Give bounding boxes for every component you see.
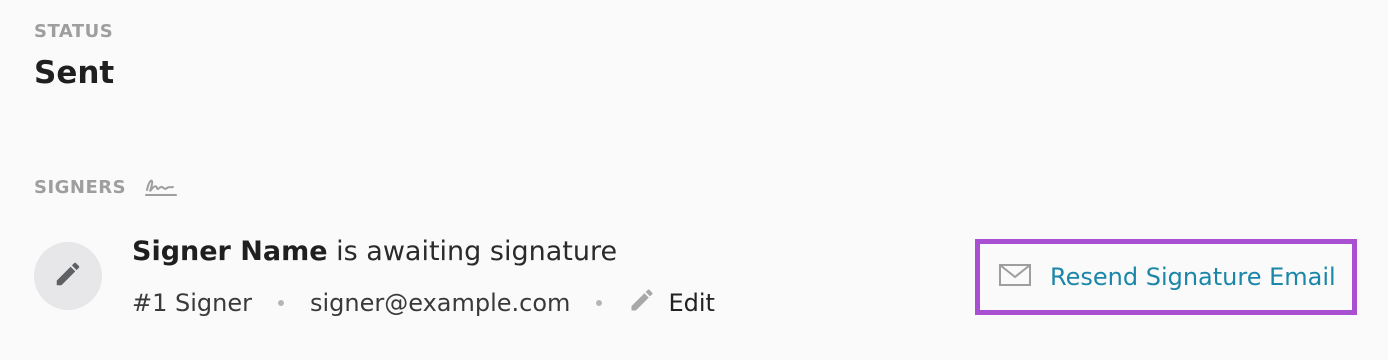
resend-signature-email-button[interactable]: Resend Signature Email bbox=[975, 239, 1357, 315]
status-value: Sent bbox=[34, 55, 115, 91]
signer-status-text: is awaiting signature bbox=[336, 236, 618, 267]
signers-header: SIGNERS bbox=[34, 176, 178, 198]
edit-label: Edit bbox=[668, 289, 715, 317]
signer-meta: #1 Signer signer@example.com Edit bbox=[132, 286, 715, 320]
separator-dot bbox=[278, 300, 284, 306]
signer-email: signer@example.com bbox=[310, 289, 571, 317]
signers-label: SIGNERS bbox=[34, 176, 127, 198]
avatar bbox=[34, 242, 102, 310]
signer-status-line: Signer Name is awaiting signature bbox=[132, 236, 617, 267]
signer-role: #1 Signer bbox=[132, 289, 252, 317]
resend-label: Resend Signature Email bbox=[1050, 263, 1336, 291]
envelope-icon bbox=[998, 262, 1032, 292]
signer-name: Signer Name bbox=[132, 236, 328, 267]
separator-dot bbox=[596, 300, 603, 306]
pencil-icon bbox=[53, 259, 83, 293]
edit-signer-button[interactable]: Edit bbox=[628, 286, 715, 320]
signature-icon bbox=[144, 176, 178, 198]
status-label: STATUS bbox=[34, 21, 114, 42]
pencil-icon bbox=[628, 286, 656, 320]
